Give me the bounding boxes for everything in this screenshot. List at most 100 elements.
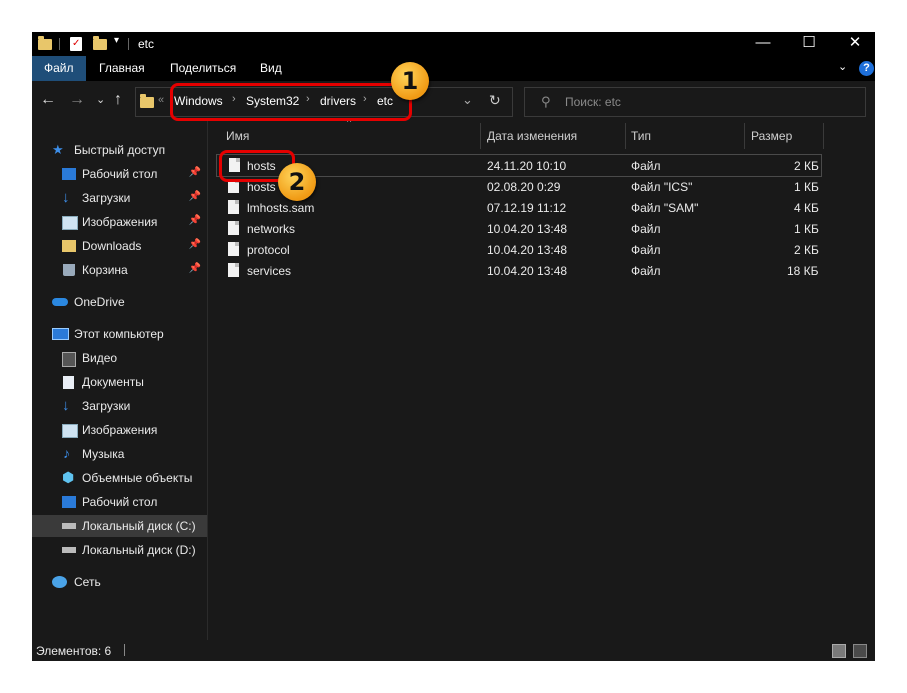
file-name: services — [247, 264, 292, 278]
sidebar-item-3d-objects[interactable]: ⬢ Объемные объекты — [32, 467, 207, 489]
pin-icon[interactable]: 📌 — [189, 215, 201, 226]
annotation-badge-2: 2 — [278, 163, 316, 201]
new-folder-icon[interactable] — [93, 36, 107, 50]
sidebar-item-label: Документы — [82, 375, 144, 389]
file-modified: 10.04.20 13:48 — [487, 222, 568, 236]
minimize-button[interactable]: — — [740, 32, 786, 56]
tab-share[interactable]: Поделиться — [170, 61, 236, 75]
sidebar-item-label: Локальный диск (C:) — [82, 519, 196, 533]
cube-icon: ⬢ — [62, 469, 75, 485]
file-name: networks — [247, 222, 296, 236]
video-icon — [62, 352, 76, 367]
expand-ribbon-icon[interactable]: ⌄ — [838, 60, 847, 73]
music-note-icon: ♪ — [63, 445, 70, 461]
sidebar-item-desktop[interactable]: Рабочий стол 📌 — [32, 163, 207, 185]
table-row[interactable]: services 10.04.20 13:48 Файл 18 КБ — [216, 260, 820, 281]
tab-view[interactable]: Вид — [260, 61, 282, 75]
column-divider[interactable] — [744, 123, 745, 149]
sidebar-item-quick-access[interactable]: ★ Быстрый доступ — [32, 139, 207, 161]
refresh-icon[interactable]: ↻ — [489, 92, 501, 109]
sidebar-item-desktop-pc[interactable]: Рабочий стол — [32, 491, 207, 513]
details-view-icon[interactable] — [832, 644, 846, 658]
tiles-view-icon[interactable] — [853, 644, 867, 658]
download-arrow-icon: ↓ — [62, 397, 70, 414]
sidebar-item-pictures-pc[interactable]: Изображения — [32, 419, 207, 441]
file-modified: 24.11.20 10:10 — [487, 159, 567, 173]
column-divider[interactable] — [480, 123, 481, 149]
column-header-type[interactable]: Тип — [631, 129, 651, 143]
overflow-chevron[interactable]: « — [158, 94, 164, 106]
sidebar-item-network[interactable]: Сеть — [32, 571, 207, 593]
file-name: lmhosts.sam — [247, 201, 315, 215]
tab-file[interactable]: Файл — [32, 56, 86, 81]
sidebar-item-label: Рабочий стол — [82, 495, 158, 509]
file-name: protocol — [247, 243, 290, 257]
status-divider — [124, 644, 125, 656]
close-button[interactable]: ✕ — [832, 32, 875, 56]
file-modified: 02.08.20 0:29 — [487, 180, 561, 194]
chevron-down-icon[interactable]: ▾ — [114, 35, 119, 51]
file-size: 1 КБ — [794, 180, 819, 194]
table-row[interactable]: lmhosts.sam 07.12.19 11:12 Файл "SAM" 4 … — [216, 197, 820, 218]
help-icon[interactable]: ? — [859, 61, 874, 76]
pin-icon[interactable]: 📌 — [189, 191, 201, 202]
tab-home[interactable]: Главная — [99, 61, 145, 75]
sidebar-item-documents[interactable]: Документы — [32, 371, 207, 393]
file-modified: 10.04.20 13:48 — [487, 243, 568, 257]
file-size: 2 КБ — [794, 243, 819, 257]
properties-icon[interactable]: ✓ — [70, 37, 82, 51]
file-type: Файл — [631, 264, 661, 278]
drive-icon — [62, 547, 76, 553]
sidebar-item-downloads[interactable]: ↓ Загрузки 📌 — [32, 187, 207, 209]
ribbon-tabs: Файл Главная Поделиться Вид ⌄ ? — [32, 56, 875, 81]
pin-icon[interactable]: 📌 — [189, 167, 201, 178]
sidebar-item-label: Корзина — [82, 263, 128, 277]
annotation-badge-1: 1 — [391, 62, 429, 100]
title-bar: ✓ ▾ etc — ☐ ✕ — [32, 32, 875, 56]
column-divider[interactable] — [823, 123, 824, 149]
column-header-name[interactable]: Имя — [226, 129, 249, 143]
column-header-size[interactable]: Размер — [751, 129, 792, 143]
desktop-icon — [62, 168, 76, 180]
file-icon — [228, 221, 239, 235]
sidebar-item-downloads-folder[interactable]: Downloads 📌 — [32, 235, 207, 257]
sidebar-item-drive-d[interactable]: Локальный диск (D:) — [32, 539, 207, 561]
sidebar-item-label: Загрузки — [82, 191, 131, 205]
sidebar-item-label: Быстрый доступ — [74, 143, 166, 157]
sidebar-item-drive-c[interactable]: Локальный диск (C:) — [32, 515, 207, 537]
file-modified: 10.04.20 13:48 — [487, 264, 568, 278]
file-size: 1 КБ — [794, 222, 819, 236]
status-bar: Элементов: 6 — [32, 640, 875, 661]
annotation-highlight-address — [170, 83, 412, 121]
desktop-icon — [62, 496, 76, 508]
sidebar-item-pictures[interactable]: Изображения 📌 — [32, 211, 207, 233]
table-row[interactable]: networks 10.04.20 13:48 Файл 1 КБ — [216, 218, 820, 239]
maximize-button[interactable]: ☐ — [786, 32, 832, 56]
sidebar-item-this-pc[interactable]: Этот компьютер — [32, 323, 207, 345]
table-row[interactable]: protocol 10.04.20 13:48 Файл 2 КБ — [216, 239, 820, 260]
file-size: 18 КБ — [787, 264, 819, 278]
back-arrow-icon[interactable]: ← — [40, 91, 56, 109]
sidebar-item-downloads-pc[interactable]: ↓ Загрузки — [32, 395, 207, 417]
sidebar-item-music[interactable]: ♪ Музыка — [32, 443, 207, 465]
sidebar-item-recycle-bin[interactable]: Корзина 📌 — [32, 259, 207, 281]
pin-icon[interactable]: 📌 — [189, 263, 201, 274]
address-dropdown-icon[interactable]: ⌄ — [462, 92, 473, 108]
pin-icon[interactable]: 📌 — [189, 239, 201, 250]
recent-locations-icon[interactable]: ⌄ — [96, 93, 105, 106]
file-type: Файл "SAM" — [631, 201, 699, 215]
column-header-modified[interactable]: Дата изменения — [487, 129, 577, 143]
network-icon — [52, 576, 67, 588]
explorer-window: ✓ ▾ etc — ☐ ✕ Файл Главная Поделиться Ви… — [32, 32, 875, 661]
sidebar-item-videos[interactable]: Видео — [32, 347, 207, 369]
download-arrow-icon: ↓ — [62, 189, 70, 206]
forward-arrow-icon[interactable]: → — [69, 91, 85, 109]
up-arrow-icon[interactable]: ↑ — [114, 91, 122, 109]
search-input[interactable]: ⚲ Поиск: etc — [524, 87, 866, 117]
sidebar-item-label: Этот компьютер — [74, 327, 164, 341]
sidebar-item-label: OneDrive — [74, 295, 125, 309]
column-divider[interactable] — [625, 123, 626, 149]
sidebar-item-label: Объемные объекты — [82, 471, 193, 485]
search-icon: ⚲ — [541, 94, 551, 109]
sidebar-item-onedrive[interactable]: OneDrive — [32, 291, 207, 313]
